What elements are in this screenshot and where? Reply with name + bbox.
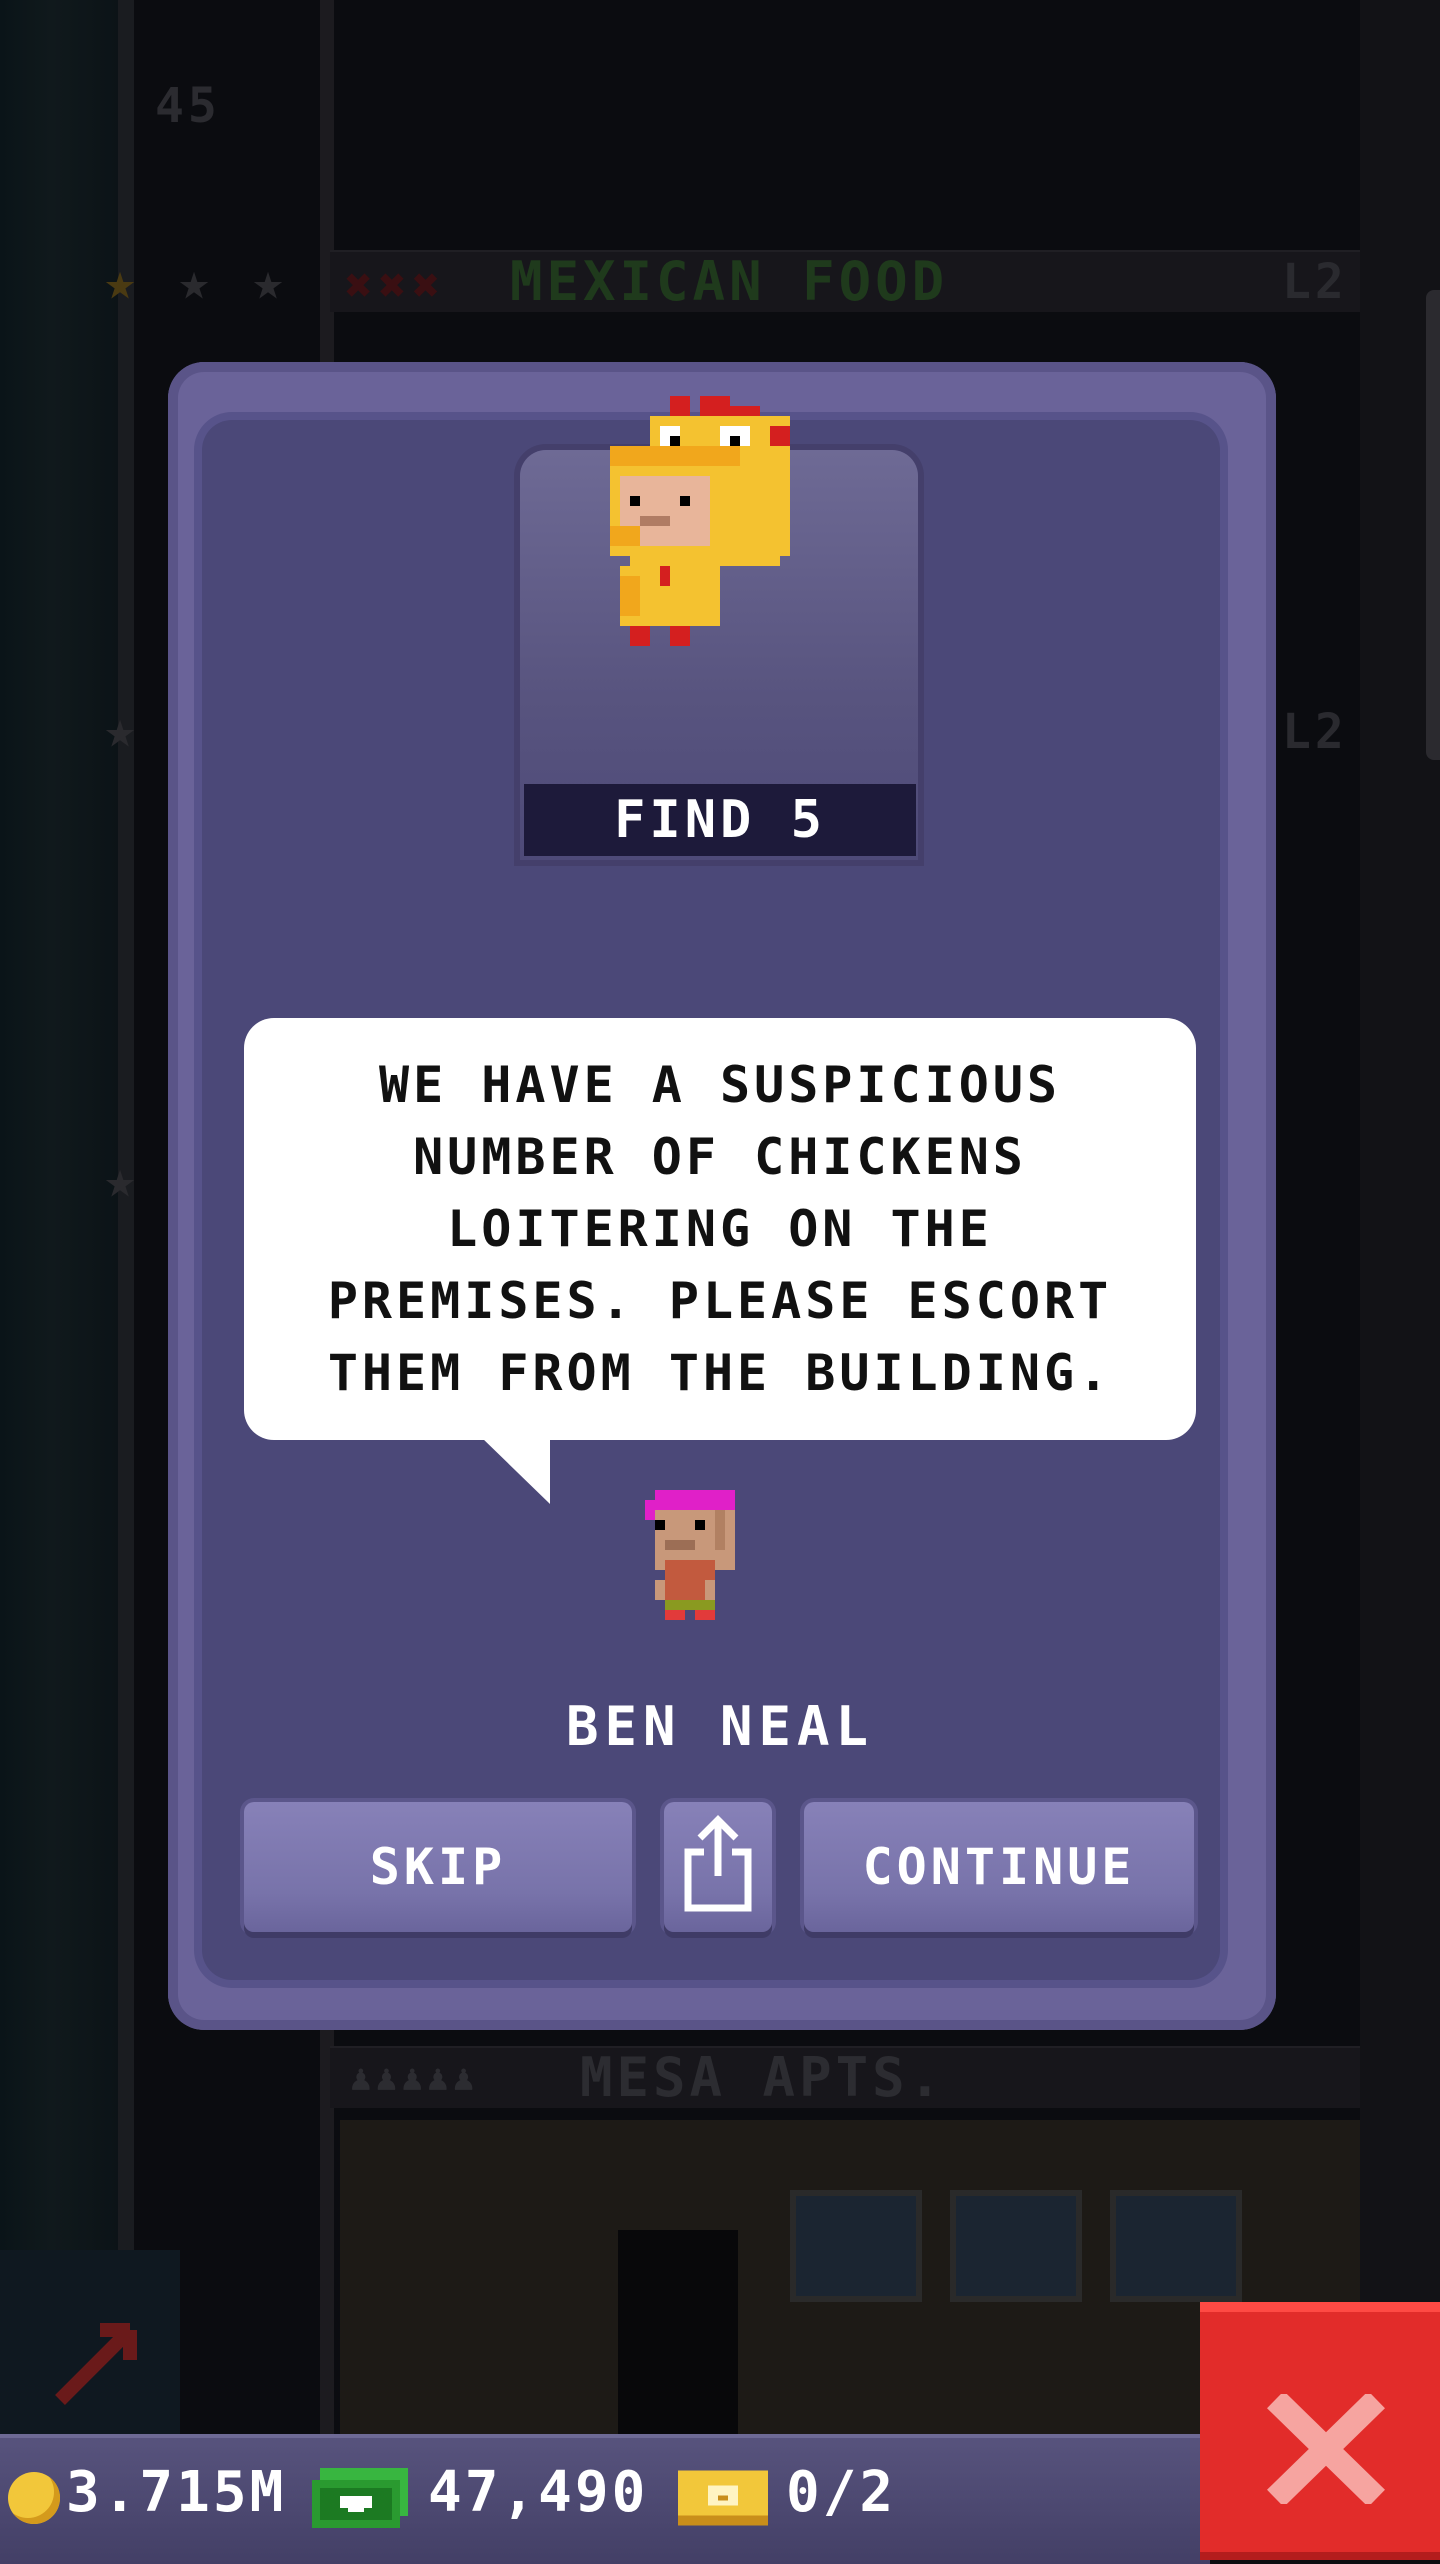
continue-button[interactable]: CONTINUE	[804, 1802, 1194, 1932]
floor-label-top: MEXICAN FOOD	[510, 250, 949, 313]
coins-value: 3.715M	[66, 2460, 287, 2525]
share-button[interactable]	[664, 1802, 772, 1932]
coin-icon	[8, 2472, 60, 2524]
floor-level-mid: L2	[1282, 704, 1348, 760]
speech-bubble: WE HAVE A SUSPICIOUS NUMBER OF CHICKENS …	[244, 1018, 1196, 1440]
chicken-costume-character-icon	[600, 396, 840, 776]
apartment-door	[618, 2230, 738, 2440]
share-icon	[680, 1814, 756, 1962]
floor-level-top: L2	[1282, 254, 1348, 310]
close-icon	[1266, 2391, 1386, 2508]
star-icon: ★	[178, 252, 210, 312]
golden-ticket-icon	[678, 2470, 768, 2526]
unstocked-marks: ✖✖✖	[345, 258, 447, 312]
floor-number: 45	[155, 78, 221, 134]
scroll-handle[interactable]	[1426, 290, 1440, 760]
bux-icon	[312, 2468, 416, 2532]
npc-name: BEN NEAL	[565, 1695, 875, 1758]
bux-value: 47,490	[428, 2460, 649, 2525]
close-button[interactable]	[1200, 2302, 1440, 2560]
window	[1110, 2190, 1242, 2302]
window	[790, 2190, 922, 2302]
window	[950, 2190, 1082, 2302]
elevator-up-arrow-icon[interactable]	[0, 2250, 180, 2440]
elevator-shaft	[0, 0, 130, 2440]
star-icon: ★	[104, 252, 136, 312]
tickets-value: 0/2	[786, 2460, 897, 2525]
star-icon: ★	[104, 1150, 136, 1210]
mission-message: WE HAVE A SUSPICIOUS NUMBER OF CHICKENS …	[327, 1056, 1113, 1402]
mission-goal-label: FIND 5	[524, 784, 916, 856]
shaft-rail	[118, 0, 134, 2440]
floor-label-bottom: MESA APTS.	[580, 2046, 946, 2109]
star-icon: ★	[104, 700, 136, 760]
npc-avatar	[645, 1490, 785, 1690]
speech-bubble-tail	[480, 1436, 550, 1504]
star-icon: ★	[252, 252, 284, 312]
skip-button[interactable]: SKIP	[244, 1802, 632, 1932]
resident-icons: ♟♟♟♟♟	[350, 2058, 479, 2099]
